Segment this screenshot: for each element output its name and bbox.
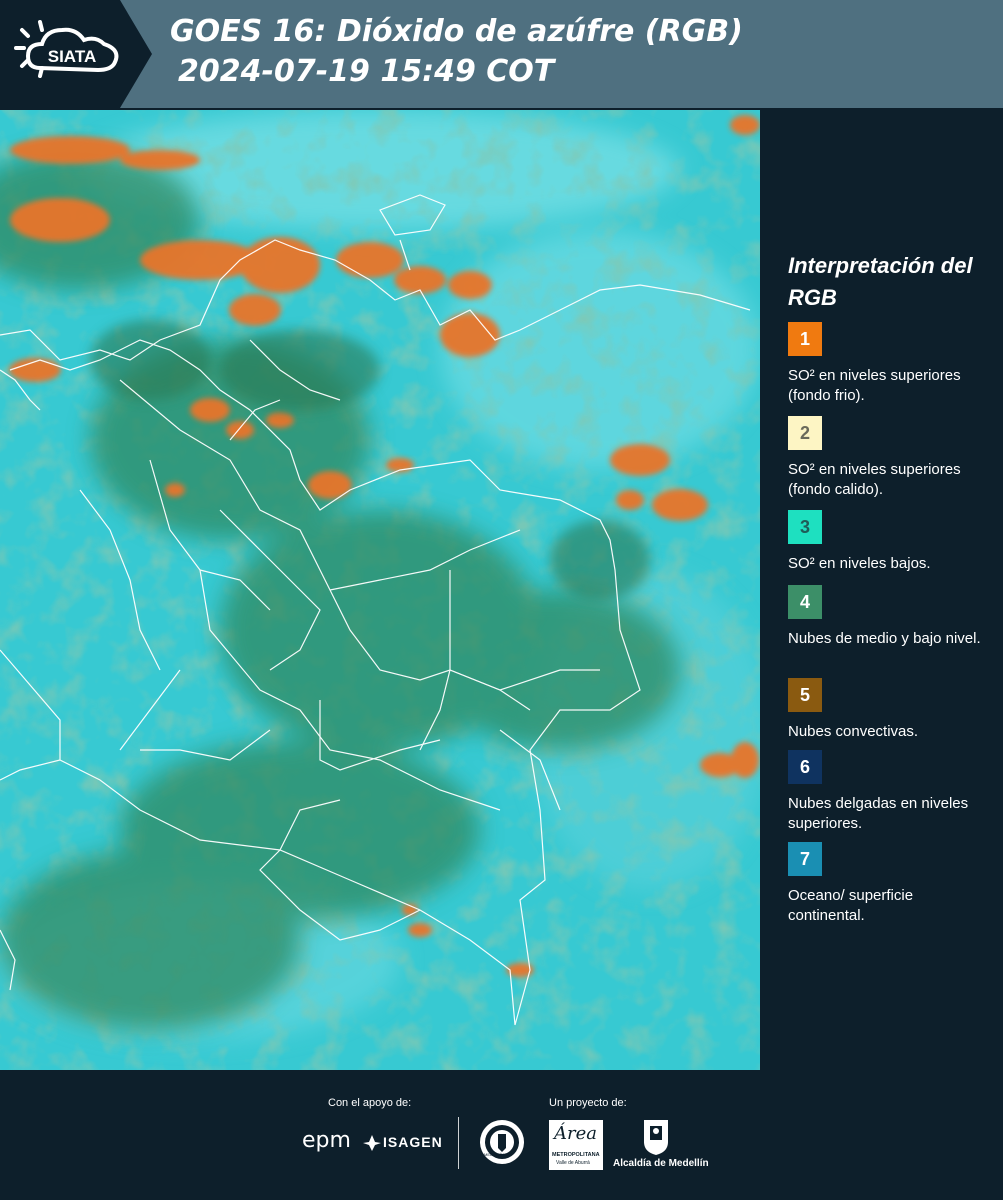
legend-swatch-5: 5 <box>788 678 822 712</box>
seal-icon <box>480 1120 524 1164</box>
satellite-map <box>0 110 760 1070</box>
legend-text-1: SO² en niveles superiores (fondo frio). <box>788 367 961 404</box>
legend-title: Interpretación del RGB <box>788 253 973 310</box>
area-sub-text: METROPOLITANA <box>552 1152 600 1158</box>
legend-item-1: 1 SO² en niveles superiores (fondo frio)… <box>788 322 988 406</box>
legend-panel: Interpretación del RGB 1 SO² en niveles … <box>760 110 1003 1070</box>
seal-text: MEDELLÍN <box>484 1152 505 1157</box>
isagen-text: ISAGEN <box>383 1134 443 1150</box>
legend-text-7: Oceano/ superficie continental. <box>788 887 914 924</box>
footer: Con el apoyo de: Un proyecto de: epm ISA… <box>0 1070 1003 1200</box>
legend-text-6: Nubes delgadas en niveles superiores. <box>788 795 969 832</box>
page-timestamp: 2024-07-19 15:49 COT <box>178 54 555 89</box>
medellin-seal: MEDELLÍN <box>478 1118 526 1171</box>
epm-logo: epm <box>302 1128 351 1153</box>
page-title: GOES 16: Dióxido de azúfre (RGB) <box>170 14 743 49</box>
legend-swatch-6: 6 <box>788 750 822 784</box>
alcaldia-shield <box>642 1118 670 1161</box>
area-sub2-text: Valle de Aburrá <box>556 1160 590 1166</box>
legend-swatch-2: 2 <box>788 416 822 450</box>
siata-logo-text: SIATA <box>48 47 96 66</box>
legend-item-7: 7 Oceano/ superficie continental. <box>788 842 988 926</box>
legend-text-3: SO² en niveles bajos. <box>788 555 931 572</box>
legend-text-5: Nubes convectivas. <box>788 723 919 740</box>
legend-swatch-7: 7 <box>788 842 822 876</box>
support-label: Con el apoyo de: <box>328 1097 412 1109</box>
shield-icon <box>644 1120 668 1155</box>
legend-item-6: 6 Nubes delgadas en niveles superiores. <box>788 750 988 834</box>
legend-item-2: 2 SO² en niveles superiores (fondo calid… <box>788 416 988 502</box>
siata-logo: SIATA <box>0 0 125 108</box>
isagen-logo <box>362 1134 382 1157</box>
legend-item-4: 4 Nubes de medio y bajo nivel. <box>788 585 988 649</box>
header: SIATA GOES 16: Dióxido de azúfre (RGB) 2… <box>0 0 1003 110</box>
area-metropolitana-logo: Área METROPOLITANA Valle de Aburrá <box>549 1120 603 1170</box>
legend-swatch-4: 4 <box>788 585 822 619</box>
legend-item-3: 3 SO² en niveles bajos. <box>788 510 988 574</box>
alcaldia-text: Alcaldía de Medellín <box>613 1158 709 1169</box>
legend-text-2: SO² en niveles superiores (fondo calido)… <box>788 461 961 498</box>
legend-swatch-3: 3 <box>788 510 822 544</box>
project-label: Un proyecto de: <box>549 1097 627 1109</box>
area-logo-text: Área <box>554 1123 597 1144</box>
map-svg <box>0 110 760 1070</box>
legend-item-5: 5 Nubes convectivas. <box>788 678 988 742</box>
footer-divider <box>458 1117 459 1169</box>
legend-swatch-1: 1 <box>788 322 822 356</box>
legend-text-4: Nubes de medio y bajo nivel. <box>788 630 981 647</box>
isagen-mark-icon <box>363 1135 381 1151</box>
